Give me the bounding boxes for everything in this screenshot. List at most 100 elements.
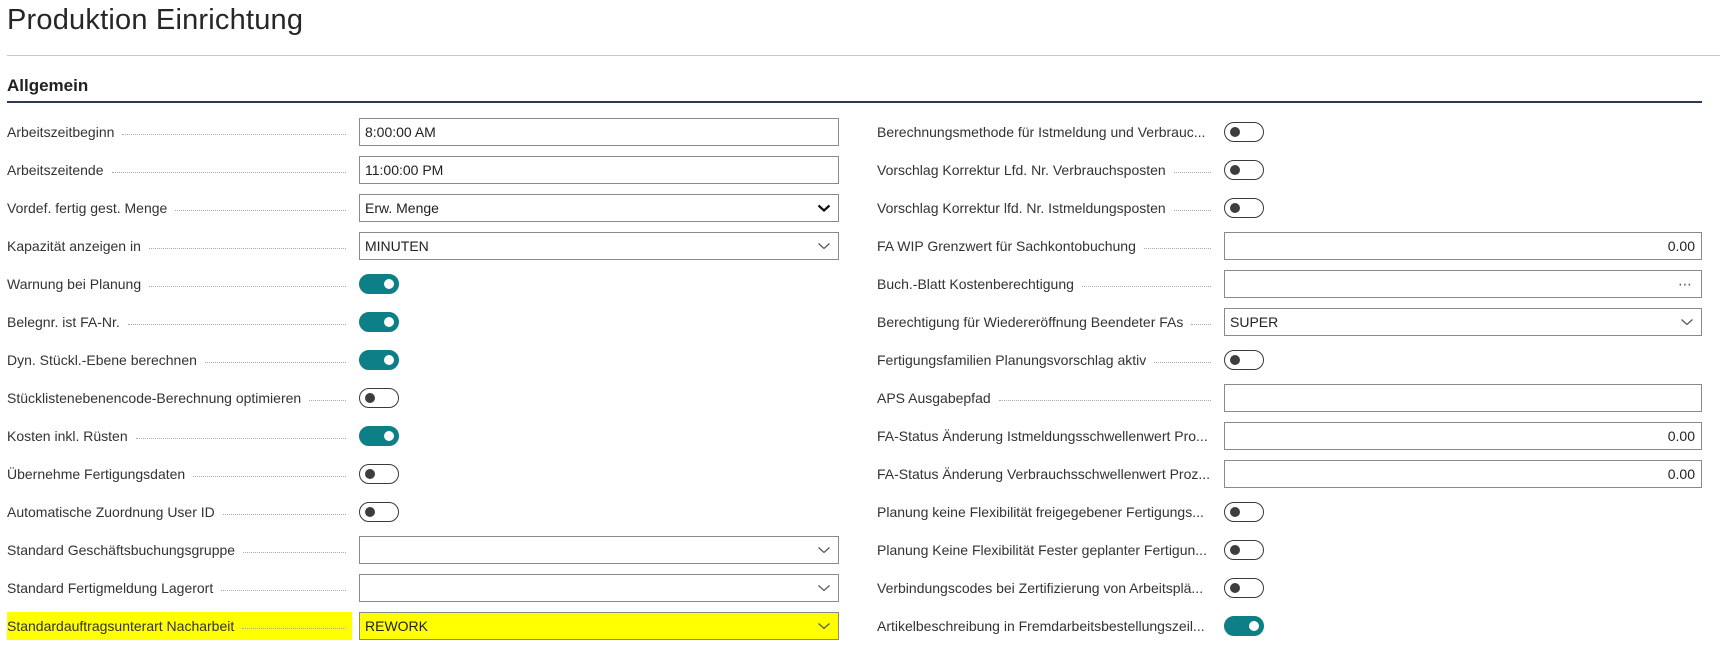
field-row-fa-status-aenderung-istmeldungsschwellen: FA-Status Änderung Istmeldungsschwellenw… <box>877 422 1712 460</box>
vorschlag-korrektur-lfd-nr-verbrauchspos-toggle[interactable] <box>1224 160 1264 180</box>
field-control: 0.00 <box>1224 422 1702 450</box>
field-control: Erw. Menge <box>359 194 839 222</box>
field-row-automatische-zuordnung-user-id: Automatische Zuordnung User ID <box>7 498 837 536</box>
chevron-down-icon <box>818 547 830 554</box>
uebernehme-fertigungsdaten-toggle[interactable] <box>359 464 399 484</box>
dotted-leader <box>1191 323 1211 325</box>
right-field-column: Berechnungsmethode für Istmeldung und Ve… <box>877 118 1712 650</box>
planung-keine-flexibilitaet-fester-gepla-toggle[interactable] <box>1224 540 1264 560</box>
field-control <box>359 460 839 488</box>
field-label-text: Berechnungsmethode für Istmeldung und Ve… <box>877 124 1206 140</box>
standard-fertigmeldung-lagerort-dropdown[interactable] <box>359 574 839 602</box>
field-label-text: Automatische Zuordnung User ID <box>7 504 215 520</box>
field-label-text: Standard Fertigmeldung Lagerort <box>7 580 214 596</box>
automatische-zuordnung-user-id-toggle[interactable] <box>359 502 399 522</box>
dotted-leader <box>1173 171 1211 173</box>
fertigungsfamilien-planungsvorschlag-akt-toggle[interactable] <box>1224 350 1264 370</box>
field-label-text: Planung Keine Flexibilität Fester geplan… <box>877 542 1207 558</box>
dotted-leader <box>1143 247 1211 249</box>
field-control <box>359 498 839 526</box>
dotted-leader <box>148 247 346 249</box>
field-row-fa-status-aenderung-verbrauchsschwellenw: FA-Status Änderung Verbrauchsschwellenwe… <box>877 460 1712 498</box>
fa-status-aenderung-istmeldungsschwellen-number-field[interactable]: 0.00 <box>1224 422 1702 450</box>
aps-ausgabepfad-input[interactable] <box>1224 384 1702 412</box>
ellipsis-icon[interactable]: ⋯ <box>1678 271 1692 297</box>
vorschlag-korrektur-lfd-nr-istmeldungspo-toggle[interactable] <box>1224 198 1264 218</box>
field-label: FA-Status Änderung Istmeldungsschwellenw… <box>877 422 1217 450</box>
field-control <box>1224 194 1702 222</box>
dotted-leader <box>122 133 346 135</box>
kosten-inkl-ruesten-toggle[interactable] <box>359 426 399 446</box>
toggle-knob <box>384 279 394 289</box>
standardauftragsunterart-nacharbeit-dropdown[interactable]: REWORK <box>359 612 839 640</box>
field-label: Kosten inkl. Rüsten <box>7 422 352 450</box>
field-label-text: Planung keine Flexibilität freigegebener… <box>877 504 1204 520</box>
buch-blatt-kostenberechtigung-lookup-field[interactable]: ⋯ <box>1224 270 1702 298</box>
vordef-fertig-gest-menge-dropdown[interactable]: Erw. Menge <box>359 194 839 222</box>
field-row-buch-blatt-kostenberechtigung: Buch.-Blatt Kostenberechtigung ⋯ <box>877 270 1712 308</box>
field-label: Buch.-Blatt Kostenberechtigung <box>877 270 1217 298</box>
field-row-vorschlag-korrektur-lfd-nr-verbrauchspos: Vorschlag Korrektur Lfd. Nr. Verbrauchsp… <box>877 156 1712 194</box>
field-label: Arbeitszeitbeginn <box>7 118 352 146</box>
dyn-stueckl-ebene-berechnen-toggle[interactable] <box>359 350 399 370</box>
toggle-knob <box>1230 507 1240 517</box>
field-row-vordef-fertig-gest-menge: Vordef. fertig gest. Menge Erw. Menge <box>7 194 839 232</box>
belegnr-ist-fa-nr-toggle[interactable] <box>359 312 399 332</box>
left-field-column: Arbeitszeitbeginn 8:00:00 AM Arbeitszeiten… <box>7 118 839 650</box>
field-label: Verbindungscodes bei Zertifizierung von … <box>877 574 1217 602</box>
field-label-text: Belegnr. ist FA-Nr. <box>7 314 120 330</box>
chevron-down-icon <box>1681 319 1693 326</box>
dotted-leader <box>1173 209 1211 211</box>
fa-status-aenderung-verbrauchsschwellenw-number-field[interactable]: 0.00 <box>1224 460 1702 488</box>
verbindungscodes-bei-zertifizierung-von--toggle[interactable] <box>1224 578 1264 598</box>
field-row-arbeitszeitende: Arbeitszeitende 11:00:00 PM <box>7 156 839 194</box>
field-control <box>1224 612 1702 640</box>
field-control: SUPER <box>1224 308 1702 336</box>
warnung-bei-planung-toggle[interactable] <box>359 274 399 294</box>
berechtigung-fuer-wiedereroeffnung-beend-dropdown[interactable]: SUPER <box>1224 308 1702 336</box>
field-control <box>359 346 839 374</box>
field-row-planung-keine-flexibilitaet-freigegebene: Planung keine Flexibilität freigegebener… <box>877 498 1712 536</box>
standard-geschaeftsbuchungsgruppe-dropdown[interactable] <box>359 536 839 564</box>
toggle-knob <box>1230 165 1240 175</box>
field-row-berechnungsmethode-fuer-istmeldung-und-v: Berechnungsmethode für Istmeldung und Ve… <box>877 118 1712 156</box>
section-header-general[interactable]: Allgemein <box>7 76 88 96</box>
arbeitszeitende-input[interactable]: 11:00:00 PM <box>359 156 839 184</box>
field-row-fertigungsfamilien-planungsvorschlag-akt: Fertigungsfamilien Planungsvorschlag akt… <box>877 346 1712 384</box>
dotted-leader <box>243 551 346 553</box>
toggle-knob <box>1230 355 1240 365</box>
dotted-leader <box>135 437 346 439</box>
field-label: Planung Keine Flexibilität Fester geplan… <box>877 536 1217 564</box>
field-label-text: Arbeitszeitbeginn <box>7 124 115 140</box>
dotted-leader <box>221 589 346 591</box>
field-row-stuecklistenebenencode-berechnung-optimi: Stücklistenebenencode-Berechnung optimie… <box>7 384 837 422</box>
toggle-knob <box>1230 127 1240 137</box>
field-control <box>1224 156 1702 184</box>
field-label: Dyn. Stückl.-Ebene berechnen <box>7 346 352 374</box>
arbeitszeitbeginn-input[interactable]: 8:00:00 AM <box>359 118 839 146</box>
field-label-text: FA WIP Grenzwert für Sachkontobuchung <box>877 238 1136 254</box>
field-label: Planung keine Flexibilität freigegebener… <box>877 498 1217 526</box>
field-label: Fertigungsfamilien Planungsvorschlag akt… <box>877 346 1217 374</box>
section-divider <box>7 101 1702 103</box>
field-label: Vordef. fertig gest. Menge <box>7 194 352 222</box>
berechnungsmethode-fuer-istmeldung-und-v-toggle[interactable] <box>1224 122 1264 142</box>
planung-keine-flexibilitaet-freigegebene-toggle[interactable] <box>1224 502 1264 522</box>
dotted-leader <box>309 399 346 401</box>
stuecklistenebenencode-berechnung-optimi-toggle[interactable] <box>359 388 399 408</box>
field-control: REWORK <box>359 612 839 640</box>
field-row-uebernehme-fertigungsdaten: Übernehme Fertigungsdaten <box>7 460 837 498</box>
field-control <box>359 536 839 564</box>
field-row-verbindungscodes-bei-zertifizierung-von-: Verbindungscodes bei Zertifizierung von … <box>877 574 1712 612</box>
field-label-text: Dyn. Stückl.-Ebene berechnen <box>7 352 197 368</box>
field-label-text: Verbindungscodes bei Zertifizierung von … <box>877 580 1204 596</box>
artikelbeschreibung-in-fremdarbeitsbeste-toggle[interactable] <box>1224 616 1264 636</box>
kapazitaet-anzeigen-in-dropdown[interactable]: MINUTEN <box>359 232 839 260</box>
field-control: 11:00:00 PM <box>359 156 839 184</box>
field-label: Warnung bei Planung <box>7 270 352 298</box>
fa-wip-grenzwert-fuer-sachkontobuchung-number-field[interactable]: 0.00 <box>1224 232 1702 260</box>
field-label: FA-Status Änderung Verbrauchsschwellenwe… <box>877 460 1217 488</box>
field-control: 8:00:00 AM <box>359 118 839 146</box>
field-value: 0.00 <box>1667 428 1695 444</box>
field-row-aps-ausgabepfad: APS Ausgabepfad <box>877 384 1712 422</box>
